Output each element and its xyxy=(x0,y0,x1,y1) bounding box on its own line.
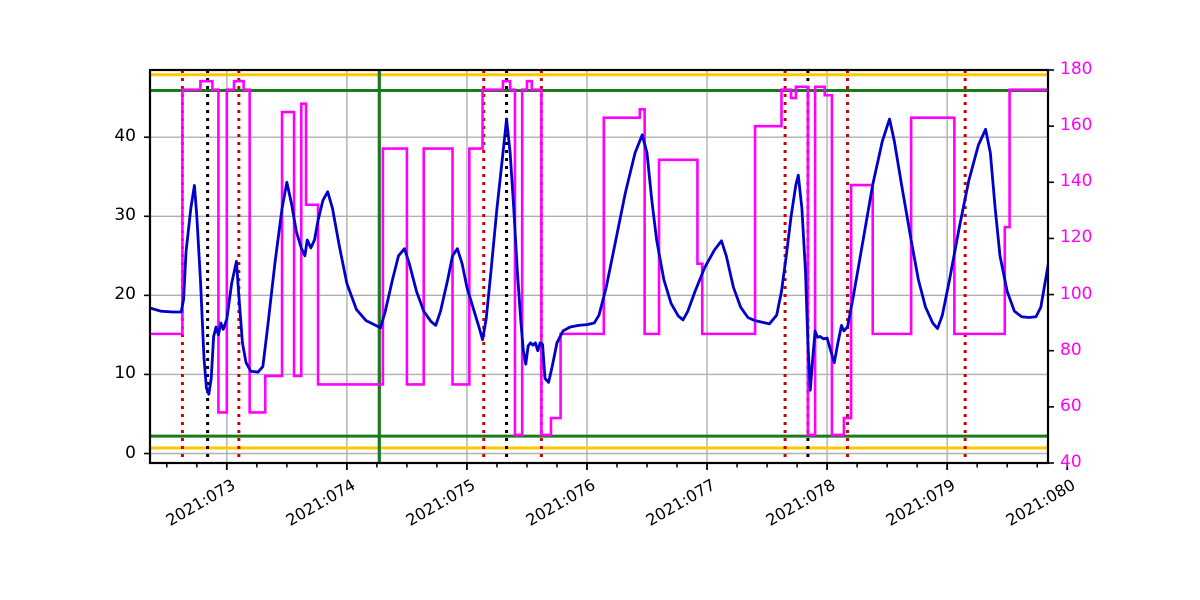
y-tick-label-right: 160 xyxy=(1060,115,1093,136)
y-tick-label-left: 40 xyxy=(114,126,136,147)
plot-background xyxy=(150,70,1048,463)
clip-bottom xyxy=(0,463,1200,600)
y-tick-label-right: 60 xyxy=(1060,395,1082,416)
y-tick-label-right: 180 xyxy=(1060,59,1093,79)
y-tick-label-right: 120 xyxy=(1060,227,1093,248)
y-tick-label-left: 30 xyxy=(114,205,136,226)
clip-top xyxy=(0,0,1200,70)
y-tick-label-right: 140 xyxy=(1060,171,1093,192)
y-tick-label-left: 0 xyxy=(125,442,136,463)
y-tick-label-right: 80 xyxy=(1060,339,1082,360)
y-tick-label-right: 100 xyxy=(1060,283,1093,304)
y-tick-label-right: 40 xyxy=(1060,452,1082,472)
chart-figure: TMP_FEP1_ACTEL Yellow Planning Temperatu… xyxy=(0,0,1200,600)
y-tick-label-left: 20 xyxy=(114,284,136,305)
y-tick-label-left: 10 xyxy=(114,363,136,384)
